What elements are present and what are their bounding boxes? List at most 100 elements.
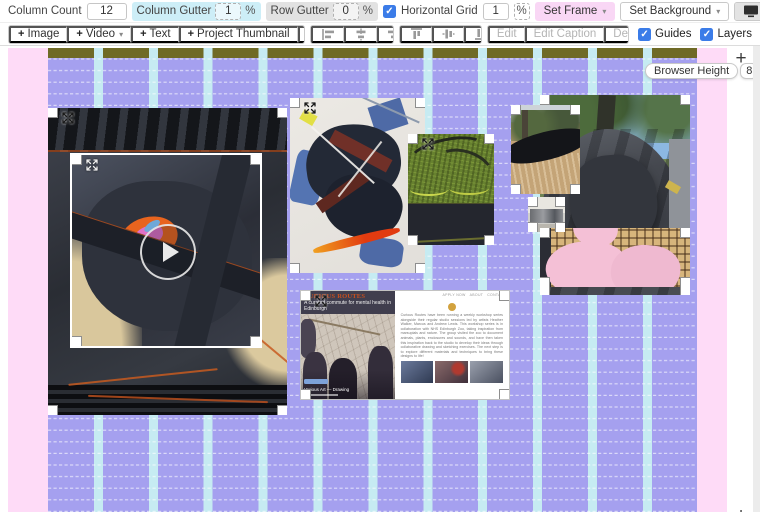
- selection-handle[interactable]: [540, 95, 550, 105]
- selection-handle[interactable]: [300, 290, 311, 301]
- small-thumbnail-photo[interactable]: [528, 197, 565, 232]
- selection-handle[interactable]: [570, 105, 580, 115]
- selection-handle[interactable]: [511, 184, 521, 194]
- align-middle-vertical-button[interactable]: [432, 26, 464, 43]
- pink-fabric-photo[interactable]: [540, 228, 690, 287]
- selection-handle[interactable]: [680, 277, 690, 287]
- photo-texture: [309, 318, 381, 335]
- delete-button[interactable]: Delete: [604, 26, 629, 43]
- selection-handle[interactable]: [290, 98, 300, 108]
- webpage-hero-photo: Various Art — Drawing: [301, 314, 395, 399]
- selection-handle[interactable]: [570, 184, 580, 194]
- desktop-view-button[interactable]: [735, 3, 760, 20]
- photo-texture: [530, 209, 563, 222]
- selection-handle[interactable]: [300, 389, 311, 400]
- add-video-button[interactable]: +Video▾: [67, 26, 131, 43]
- column-gutter-unit: %: [245, 5, 255, 17]
- column-count-input[interactable]: [87, 3, 127, 20]
- column-gutter-input[interactable]: [215, 3, 241, 20]
- selection-handle[interactable]: [415, 263, 425, 273]
- selection-handle[interactable]: [540, 277, 550, 287]
- add-row-button-bottom[interactable]: +: [730, 505, 752, 512]
- selection-handle[interactable]: [277, 405, 287, 415]
- selection-handle[interactable]: [71, 154, 82, 165]
- edit-caption-button[interactable]: Edit Caption: [525, 26, 605, 43]
- selection-handle[interactable]: [277, 108, 287, 118]
- expand-arrows-icon[interactable]: [61, 111, 75, 125]
- plus-icon: +: [18, 28, 24, 40]
- webpage-right-column: APPLY NOW ABOUT CONTACT Curious Routes h…: [395, 291, 509, 399]
- selection-handle[interactable]: [499, 290, 510, 301]
- layers-checkbox[interactable]: ✓: [700, 28, 713, 41]
- add-more-button[interactable]: +More▾: [298, 26, 305, 43]
- set-background-button[interactable]: Set Background ▾: [620, 2, 729, 21]
- column-gutter-group: Column Gutter %: [132, 2, 261, 21]
- monitor-icon: [743, 4, 759, 18]
- webpage-nav-item: APPLY NOW: [442, 293, 465, 300]
- scrollbar-track[interactable]: [753, 46, 760, 512]
- selection-handle[interactable]: [48, 405, 58, 415]
- selection-handle[interactable]: [415, 98, 425, 108]
- horizontal-grid-checkbox[interactable]: ✓: [383, 5, 396, 18]
- expand-arrows-icon[interactable]: [314, 294, 328, 308]
- add-row-button[interactable]: +: [730, 48, 752, 70]
- horizontal-align-group: [310, 25, 395, 44]
- selection-handle[interactable]: [680, 228, 690, 238]
- photo-texture: [415, 237, 487, 242]
- align-bottom-button[interactable]: [464, 26, 481, 43]
- play-icon: [163, 242, 179, 262]
- play-button[interactable]: [140, 224, 196, 280]
- row-gutter-input[interactable]: [333, 3, 359, 20]
- photo-texture: [68, 368, 217, 386]
- selection-handle[interactable]: [680, 95, 690, 105]
- horizontal-grid-input[interactable]: [483, 3, 509, 20]
- set-frame-button[interactable]: Set Frame ▾: [535, 2, 616, 21]
- align-center-horizontal-button[interactable]: [344, 26, 377, 43]
- selection-handle[interactable]: [408, 134, 418, 144]
- selection-handle[interactable]: [555, 197, 565, 207]
- align-right-button[interactable]: [377, 26, 395, 43]
- selection-handle[interactable]: [71, 336, 82, 347]
- align-left-button[interactable]: [311, 26, 344, 43]
- guides-label: Guides: [655, 28, 691, 40]
- align-top-button[interactable]: [400, 26, 432, 43]
- add-image-button[interactable]: +Image: [9, 26, 67, 43]
- selection-handle[interactable]: [48, 108, 58, 118]
- collage-photo[interactable]: [290, 98, 425, 273]
- add-project-thumbnail-button[interactable]: +Project Thumbnail: [179, 26, 298, 43]
- align-middle-vertical-icon: [442, 27, 455, 41]
- park-hammock-photo[interactable]: [511, 105, 580, 194]
- guides-checkbox[interactable]: ✓: [638, 28, 651, 41]
- add-video-label: Video: [86, 28, 115, 40]
- webpage-article-text: Curious Routes have been running a weekl…: [401, 313, 503, 359]
- edit-button-group: Edit Edit Caption Delete: [487, 25, 629, 44]
- selection-handle[interactable]: [499, 389, 510, 400]
- grass-photo[interactable]: [408, 134, 494, 245]
- selection-handle[interactable]: [528, 222, 538, 232]
- selection-handle[interactable]: [408, 235, 418, 245]
- webpage-screenshot-image[interactable]: CURIOUS ROUTES A curated commute for men…: [300, 290, 510, 400]
- selection-handle[interactable]: [484, 134, 494, 144]
- expand-arrows-icon[interactable]: [85, 158, 99, 172]
- edit-button[interactable]: Edit: [488, 26, 525, 43]
- add-text-button[interactable]: +Text: [131, 26, 179, 43]
- webpage-thumbnail: [435, 361, 468, 383]
- horizontal-grid-label: Horizontal Grid: [401, 5, 478, 17]
- webpage-thumbnail: [470, 361, 503, 383]
- selection-handle[interactable]: [528, 197, 538, 207]
- selection-handle[interactable]: [511, 105, 521, 115]
- expand-arrows-icon[interactable]: [303, 101, 317, 115]
- selection-handle[interactable]: [250, 336, 261, 347]
- chevron-down-icon: ▾: [119, 30, 123, 39]
- align-bottom-icon: [474, 27, 481, 41]
- layout-canvas[interactable]: CURIOUS ROUTES A curated commute for men…: [0, 46, 760, 512]
- selection-handle[interactable]: [555, 222, 565, 232]
- selection-handle[interactable]: [290, 263, 300, 273]
- horizontal-grid-unit: %: [514, 3, 530, 20]
- selection-handle[interactable]: [484, 235, 494, 245]
- plus-icon: +: [140, 28, 146, 40]
- selection-handle[interactable]: [540, 228, 550, 238]
- expand-arrows-icon[interactable]: [421, 137, 435, 151]
- bag-video[interactable]: [70, 153, 262, 348]
- selection-handle[interactable]: [250, 154, 261, 165]
